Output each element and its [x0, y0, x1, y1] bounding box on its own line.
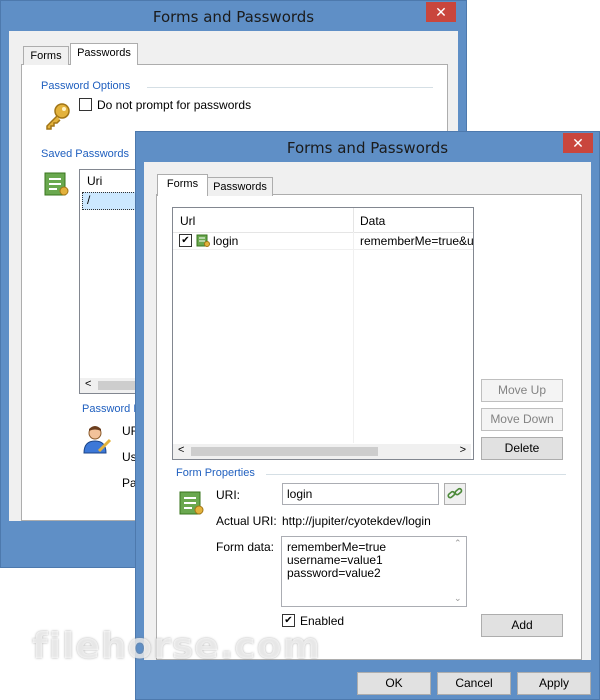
forms-col-divider [353, 208, 354, 232]
saved-passwords-label: Saved Passwords [41, 148, 130, 160]
front-close-button[interactable]: ✕ [563, 133, 593, 153]
link-button[interactable] [444, 483, 466, 505]
delete-button[interactable]: Delete [481, 437, 563, 460]
forms-hscroll-thumb[interactable] [191, 447, 378, 456]
forms-col-data[interactable]: Data [360, 214, 385, 228]
form-data-vscrollbar[interactable]: ⌃ ⌄ [451, 537, 466, 606]
do-not-prompt-label: Do not prompt for passwords [97, 98, 252, 112]
cancel-button[interactable]: Cancel [437, 672, 511, 695]
password-options-line [147, 87, 433, 88]
forms-row-1[interactable]: ✔ login rememberMe=true&u [173, 233, 474, 250]
forms-col-url[interactable]: Url [180, 214, 195, 228]
password-options-label: Password Options [41, 80, 131, 92]
key-icon [43, 101, 73, 131]
move-down-button[interactable]: Move Down [481, 408, 563, 431]
watermark-text: filehorse.com [32, 626, 321, 667]
back-tab-passwords[interactable]: Passwords [70, 43, 138, 65]
scroll-down-icon[interactable]: ⌄ [454, 593, 462, 604]
add-button[interactable]: Add [481, 614, 563, 637]
filehorse-watermark: filehorse.com [32, 626, 321, 667]
ok-button[interactable]: OK [357, 672, 431, 695]
form-data-line-3: password=value2 [287, 566, 381, 580]
front-client-area: Forms Passwords Url Data ✔ login remembe… [144, 162, 591, 660]
forms-hscrollbar[interactable]: < > [173, 444, 471, 459]
form-data-line-2: username=value1 [287, 553, 383, 567]
form-properties-label: Form Properties [176, 467, 255, 479]
uri-label: URI: [216, 488, 240, 502]
scroll-left-icon[interactable]: < [85, 378, 91, 390]
back-tab-forms[interactable]: Forms [23, 46, 69, 65]
form-data-textarea[interactable]: rememberMe=true username=value1 password… [281, 536, 467, 607]
back-close-button[interactable]: ✕ [426, 2, 456, 22]
chain-link-icon [447, 486, 463, 502]
uri-input[interactable]: login [282, 483, 439, 505]
front-titlebar: Forms and Passwords ✕ [136, 132, 599, 162]
scroll-up-icon[interactable]: ⌃ [454, 538, 462, 549]
forms-scroll-left-icon[interactable]: < [178, 444, 184, 456]
dialog-footer: OK Cancel Apply [136, 665, 599, 699]
forms-row-1-checkbox[interactable]: ✔ [179, 234, 192, 247]
back-titlebar: Forms and Passwords ✕ [1, 1, 466, 31]
back-window-title: Forms and Passwords [152, 8, 315, 26]
front-window-title: Forms and Passwords [286, 139, 449, 157]
actual-uri-value: http://jupiter/cyotekdev/login [282, 514, 431, 528]
apply-button[interactable]: Apply [517, 672, 591, 695]
user-icon [81, 423, 113, 455]
front-tab-passwords[interactable]: Passwords [207, 177, 273, 196]
move-up-button[interactable]: Move Up [481, 379, 563, 402]
form-properties-icon [178, 490, 206, 518]
saved-row-1-url: / [87, 193, 91, 207]
password-props-label: Password P [82, 403, 141, 415]
front-window: Forms and Passwords ✕ Forms Passwords Ur… [135, 131, 600, 700]
forms-list-column-line [353, 232, 354, 443]
form-data-line-1: rememberMe=true [287, 540, 387, 554]
form-data-label: Form data: [216, 540, 275, 554]
saved-col-uri[interactable]: Uri [87, 174, 102, 188]
form-properties-line [266, 474, 566, 475]
forms-list[interactable]: Url Data ✔ login rememberMe=true&u < > [172, 207, 474, 460]
form-entry-icon [196, 234, 210, 248]
front-tab-forms[interactable]: Forms [157, 174, 208, 196]
forms-scroll-right-icon[interactable]: > [460, 444, 466, 456]
forms-row-1-url: login [213, 234, 239, 248]
uri-input-value: login [287, 487, 313, 501]
do-not-prompt-checkbox[interactable] [79, 98, 92, 111]
forms-list-header: Url Data [173, 208, 473, 233]
forms-row-1-data: rememberMe=true&u [360, 234, 474, 248]
saved-passwords-icon [43, 171, 71, 199]
actual-uri-label: Actual URI: [216, 514, 277, 528]
